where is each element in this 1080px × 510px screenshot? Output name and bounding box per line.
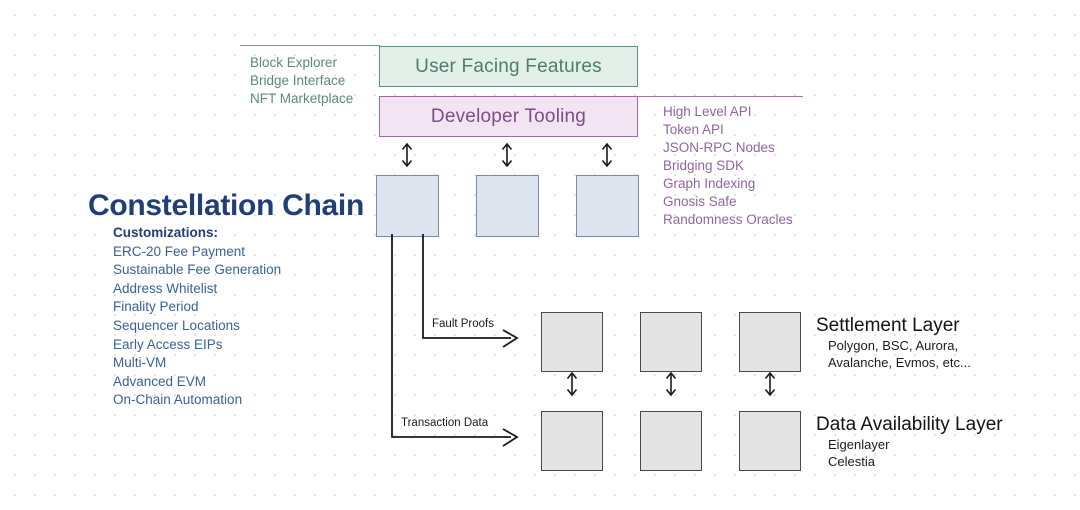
data-availability-box — [640, 411, 702, 471]
settlement-layer-box — [640, 312, 702, 372]
user-facing-list-item: NFT Marketplace — [250, 91, 354, 106]
double-arrow-icon — [566, 371, 578, 397]
data-availability-box — [739, 411, 801, 471]
data-availability-layer-title: Data Availability Layer — [816, 414, 1003, 435]
user-facing-features-box: User Facing Features — [379, 46, 638, 87]
double-arrow-icon — [665, 371, 677, 397]
double-arrow-icon — [601, 142, 613, 168]
chain-node-box — [476, 175, 539, 237]
customizations-item: Advanced EVM — [113, 373, 207, 389]
data-availability-box — [541, 411, 603, 471]
developer-tooling-list-item: High Level API — [663, 104, 752, 119]
user-facing-list-item: Bridge Interface — [250, 73, 346, 88]
customizations-item: Address Whitelist — [113, 280, 218, 296]
settlement-layer-examples: Polygon, BSC, Aurora, Avalanche, Evmos, … — [828, 338, 971, 371]
developer-tooling-connector-line — [637, 96, 803, 97]
settlement-layer-box — [541, 312, 603, 372]
customizations-list: Customizations: ERC-20 Fee Payment Susta… — [113, 224, 281, 410]
double-arrow-icon — [501, 142, 513, 168]
developer-tooling-list-item: JSON-RPC Nodes — [663, 140, 775, 155]
double-arrow-icon — [401, 142, 413, 168]
transaction-data-connector — [391, 234, 519, 447]
settlement-layer-title: Settlement Layer — [816, 315, 960, 336]
customizations-item: ERC-20 Fee Payment — [113, 243, 246, 259]
customizations-item: Sustainable Fee Generation — [113, 262, 282, 278]
data-availability-examples-line: Celestia — [828, 453, 875, 469]
settlement-layer-box — [739, 312, 801, 372]
data-availability-layer-examples: Eigenlayer Celestia — [828, 437, 889, 470]
page-title: Constellation Chain — [88, 189, 364, 222]
transaction-data-label: Transaction Data — [401, 417, 489, 429]
developer-tooling-box: Developer Tooling — [379, 96, 638, 137]
user-facing-feature-list: Block Explorer Bridge Interface NFT Mark… — [250, 54, 353, 108]
user-facing-connector-line — [240, 45, 380, 46]
settlement-layer-examples-line: Avalanche, Evmos, etc... — [828, 354, 971, 370]
user-facing-list-item: Block Explorer — [250, 55, 338, 70]
settlement-layer-examples-line: Polygon, BSC, Aurora, — [828, 338, 959, 353]
developer-tooling-feature-list: High Level API Token API JSON-RPC Nodes … — [663, 103, 793, 229]
customizations-item: Sequencer Locations — [113, 317, 240, 333]
chain-node-box — [376, 175, 439, 237]
customizations-item: On-Chain Automation — [113, 392, 243, 408]
customizations-item: Early Access EIPs — [113, 336, 223, 352]
developer-tooling-list-item: Graph Indexing — [663, 176, 756, 191]
chain-node-box — [576, 175, 639, 237]
double-arrow-icon — [764, 371, 776, 397]
developer-tooling-list-item: Randomness Oracles — [663, 212, 793, 227]
customizations-item: Multi-VM — [113, 355, 167, 371]
developer-tooling-list-item: Token API — [663, 122, 724, 137]
customizations-heading: Customizations: — [113, 225, 219, 240]
data-availability-examples-line: Eigenlayer — [828, 437, 890, 452]
developer-tooling-list-item: Bridging SDK — [663, 158, 745, 173]
customizations-item: Finality Period — [113, 299, 199, 315]
developer-tooling-list-item: Gnosis Safe — [663, 194, 737, 209]
diagram-canvas: Block Explorer Bridge Interface NFT Mark… — [0, 0, 1080, 510]
